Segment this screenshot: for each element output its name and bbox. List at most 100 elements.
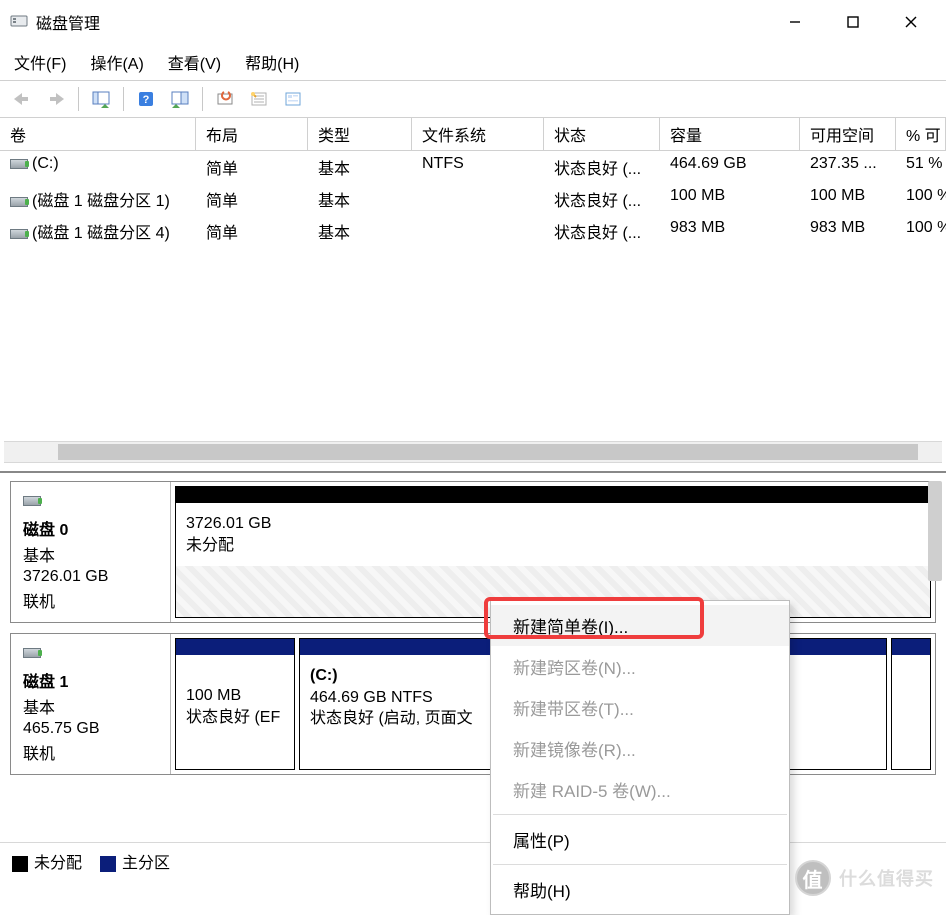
disk-graphical-panel: 磁盘 0 基本 3726.01 GB 联机 3726.01 GB 未分配 磁盘 … bbox=[0, 471, 946, 879]
col-volume[interactable]: 卷 bbox=[0, 118, 196, 150]
disk-type: 基本 bbox=[23, 694, 158, 718]
volume-type: 基本 bbox=[308, 153, 412, 181]
watermark: 值 什么值得买 bbox=[795, 860, 934, 896]
col-fs[interactable]: 文件系统 bbox=[412, 118, 544, 150]
menu-view[interactable]: 查看(V) bbox=[168, 50, 221, 74]
context-new-striped-volume: 新建带区卷(T)... bbox=[491, 687, 789, 728]
horizontal-scrollbar[interactable] bbox=[4, 441, 942, 463]
volume-fs bbox=[412, 217, 544, 245]
partition-stripe-unallocated bbox=[176, 487, 930, 503]
col-status[interactable]: 状态 bbox=[544, 118, 660, 150]
legend-primary-label: 主分区 bbox=[122, 855, 170, 872]
maximize-button[interactable] bbox=[824, 0, 882, 44]
partition-stripe-primary bbox=[176, 639, 294, 655]
disk-icon bbox=[23, 644, 158, 662]
col-free[interactable]: 可用空间 bbox=[800, 118, 896, 150]
disk-info[interactable]: 磁盘 0 基本 3726.01 GB 联机 bbox=[11, 482, 171, 622]
partition-unallocated[interactable]: 3726.01 GB 未分配 bbox=[175, 486, 931, 618]
settings-list-button[interactable] bbox=[245, 85, 273, 113]
swatch-unallocated-icon bbox=[12, 856, 28, 872]
partition-stripe-primary bbox=[892, 639, 930, 655]
volume-capacity: 100 MB bbox=[660, 185, 800, 213]
volume-free: 237.35 ... bbox=[800, 153, 896, 181]
volume-layout: 简单 bbox=[196, 185, 308, 213]
refresh-button[interactable] bbox=[211, 85, 239, 113]
minimize-button[interactable] bbox=[766, 0, 824, 44]
col-type[interactable]: 类型 bbox=[308, 118, 412, 150]
help-button[interactable]: ? bbox=[132, 85, 160, 113]
volume-pct: 100 % bbox=[896, 217, 946, 245]
menu-action[interactable]: 操作(A) bbox=[90, 50, 143, 74]
volume-type: 基本 bbox=[308, 185, 412, 213]
volume-list-body: (C:) 简单 基本 NTFS 状态良好 (... 464.69 GB 237.… bbox=[0, 151, 946, 441]
volume-list: 卷 布局 类型 文件系统 状态 容量 可用空间 % 可 (C:) 简单 基本 N… bbox=[0, 118, 946, 463]
window-title: 磁盘管理 bbox=[36, 10, 100, 34]
context-new-mirrored-volume: 新建镜像卷(R)... bbox=[491, 728, 789, 769]
disk-status: 联机 bbox=[23, 740, 158, 764]
toolbar: ? bbox=[0, 81, 946, 118]
disk-name: 磁盘 1 bbox=[23, 668, 158, 692]
scrollbar-thumb[interactable] bbox=[58, 444, 918, 460]
toolbar-separator bbox=[123, 87, 124, 111]
watermark-badge-icon: 值 bbox=[795, 860, 831, 896]
col-layout[interactable]: 布局 bbox=[196, 118, 308, 150]
context-new-spanned-volume: 新建跨区卷(N)... bbox=[491, 646, 789, 687]
partition-state: 状态良好 (EF bbox=[186, 707, 284, 729]
disk-name: 磁盘 0 bbox=[23, 516, 158, 540]
col-capacity[interactable]: 容量 bbox=[660, 118, 800, 150]
menu-file[interactable]: 文件(F) bbox=[14, 50, 66, 74]
col-pct[interactable]: % 可 bbox=[896, 118, 946, 150]
partition-state: 未分配 bbox=[186, 535, 920, 557]
context-menu: 新建简单卷(I)... 新建跨区卷(N)... 新建带区卷(T)... 新建镜像… bbox=[490, 600, 790, 915]
disk-icon bbox=[23, 492, 158, 510]
svg-text:?: ? bbox=[143, 94, 150, 106]
nav-forward-button[interactable] bbox=[42, 85, 70, 113]
disk-icon bbox=[10, 229, 28, 239]
action-panel-button[interactable] bbox=[166, 85, 194, 113]
disk-info[interactable]: 磁盘 1 基本 465.75 GB 联机 bbox=[11, 634, 171, 774]
volume-list-header: 卷 布局 类型 文件系统 状态 容量 可用空间 % 可 bbox=[0, 118, 946, 151]
settings-detail-button[interactable] bbox=[279, 85, 307, 113]
volume-layout: 简单 bbox=[196, 153, 308, 181]
context-new-raid5-volume: 新建 RAID-5 卷(W)... bbox=[491, 769, 789, 810]
partition-trailing[interactable] bbox=[891, 638, 931, 770]
volume-status: 状态良好 (... bbox=[544, 185, 660, 213]
volume-name: (C:) bbox=[32, 155, 59, 172]
pane-divider[interactable] bbox=[0, 463, 946, 471]
volume-pct: 51 % bbox=[896, 153, 946, 181]
toolbar-separator bbox=[78, 87, 79, 111]
legend-unallocated: 未分配 bbox=[12, 849, 82, 873]
show-hide-console-button[interactable] bbox=[87, 85, 115, 113]
disk-size: 3726.01 GB bbox=[23, 568, 158, 586]
volume-free: 983 MB bbox=[800, 217, 896, 245]
context-separator bbox=[493, 814, 787, 815]
volume-free: 100 MB bbox=[800, 185, 896, 213]
context-help[interactable]: 帮助(H) bbox=[491, 869, 789, 910]
volume-fs: NTFS bbox=[412, 153, 544, 181]
partition-efi[interactable]: 100 MB 状态良好 (EF bbox=[175, 638, 295, 770]
context-new-simple-volume[interactable]: 新建简单卷(I)... bbox=[491, 605, 789, 646]
volume-status: 状态良好 (... bbox=[544, 217, 660, 245]
volume-row[interactable]: (磁盘 1 磁盘分区 4) 简单 基本 状态良好 (... 983 MB 983… bbox=[0, 215, 946, 247]
disk-size: 465.75 GB bbox=[23, 720, 158, 738]
partition-size: 3726.01 GB bbox=[186, 513, 920, 535]
disk-icon bbox=[10, 197, 28, 207]
nav-back-button[interactable] bbox=[8, 85, 36, 113]
watermark-text: 什么值得买 bbox=[839, 865, 934, 891]
context-separator bbox=[493, 864, 787, 865]
toolbar-separator bbox=[202, 87, 203, 111]
disk-row-1: 磁盘 1 基本 465.75 GB 联机 100 MB 状态良好 (EF (C:… bbox=[10, 633, 936, 775]
legend-unallocated-label: 未分配 bbox=[34, 855, 82, 872]
partition-size: 100 MB bbox=[186, 685, 284, 707]
volume-row[interactable]: (C:) 简单 基本 NTFS 状态良好 (... 464.69 GB 237.… bbox=[0, 151, 946, 183]
volume-name: (磁盘 1 磁盘分区 4) bbox=[32, 225, 170, 242]
menu-help[interactable]: 帮助(H) bbox=[245, 50, 299, 74]
close-button[interactable] bbox=[882, 0, 940, 44]
vertical-scrollbar[interactable] bbox=[928, 481, 942, 581]
volume-layout: 简单 bbox=[196, 217, 308, 245]
context-properties[interactable]: 属性(P) bbox=[491, 819, 789, 860]
volume-capacity: 464.69 GB bbox=[660, 153, 800, 181]
volume-pct: 100 % bbox=[896, 185, 946, 213]
volume-capacity: 983 MB bbox=[660, 217, 800, 245]
volume-row[interactable]: (磁盘 1 磁盘分区 1) 简单 基本 状态良好 (... 100 MB 100… bbox=[0, 183, 946, 215]
